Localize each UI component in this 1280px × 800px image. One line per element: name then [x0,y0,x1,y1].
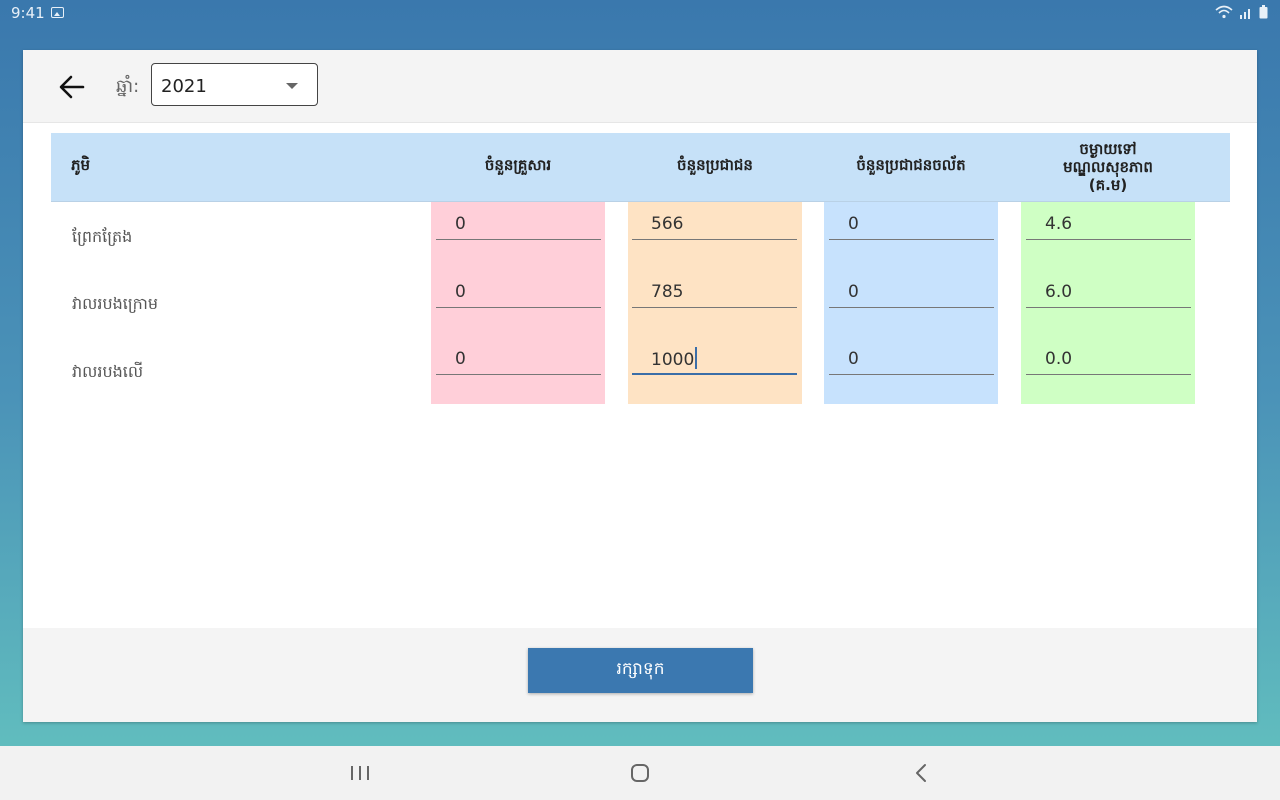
mobile-population-input[interactable]: 0 [829,347,994,375]
header-distance: ចម្ងាយទៅ មណ្ឌលសុខភាព (គ.ម) [1021,133,1195,201]
distance-input[interactable]: 4.6 [1026,212,1191,240]
row-village-label: ព្រែកត្រែង [72,227,133,246]
header-distance-line1: ចម្ងាយទៅ [1079,140,1137,158]
header-village: ភូមិ [71,156,91,174]
row-village-label: វាលរបងក្រោម [72,294,159,313]
header-mobile-population: ចំនួនប្រជាជនចល័ត [856,156,966,174]
home-button[interactable] [622,760,658,786]
mobile-population-input[interactable]: 0 [829,212,994,240]
back-nav-icon [916,764,926,782]
year-dropdown[interactable]: 2021 [151,63,318,106]
header-population: ចំនួនប្រជាជន [677,156,753,174]
population-input[interactable]: 566 [632,212,797,240]
gallery-icon [51,7,64,18]
chevron-down-icon [286,83,298,89]
main-card: ឆ្នាំ: 2021 ភូមិ ចំនួនគ្រួសារ ចំនួនប្រជា… [23,50,1257,722]
header-families: ចំនួនគ្រួសារ [484,156,552,174]
save-button[interactable]: រក្សាទុក [528,648,753,693]
home-icon [631,764,649,782]
nav-back-button[interactable] [903,760,939,786]
system-nav-bar [0,746,1280,800]
status-bar: 9:41 [0,0,1280,28]
recent-apps-icon [351,766,369,780]
back-button[interactable] [55,70,89,104]
header-distance-line2: មណ្ឌលសុខភាព [1063,158,1153,176]
population-value: 1000 [651,350,695,370]
families-input[interactable]: 0 [436,212,601,240]
distance-input[interactable]: 6.0 [1026,280,1191,308]
year-value: 2021 [161,76,207,97]
battery-icon [1259,5,1268,19]
families-input[interactable]: 0 [436,347,601,375]
top-toolbar: ឆ្នាំ: 2021 [23,50,1257,123]
status-time: 9:41 [11,4,45,22]
recent-apps-button[interactable] [342,760,378,786]
distance-input[interactable]: 0.0 [1026,347,1191,375]
table-header: ភូមិ ចំនួនគ្រួសារ ចំនួនប្រជាជន ចំនួនប្រជ… [51,133,1230,202]
row-village-label: វាលរបងលើ [72,362,144,381]
text-cursor [695,347,698,369]
population-input[interactable]: 785 [632,280,797,308]
families-input[interactable]: 0 [436,280,601,308]
status-icons [1215,5,1268,19]
population-input-focused[interactable]: 1000 [632,347,797,375]
signal-icon [1240,8,1250,19]
footer-bar: រក្សាទុក [23,628,1257,722]
header-distance-line3: (គ.ម) [1088,176,1128,194]
wifi-icon [1215,5,1233,19]
year-label: ឆ្នាំ: [116,76,140,97]
mobile-population-input[interactable]: 0 [829,280,994,308]
arrow-left-icon [59,75,85,99]
